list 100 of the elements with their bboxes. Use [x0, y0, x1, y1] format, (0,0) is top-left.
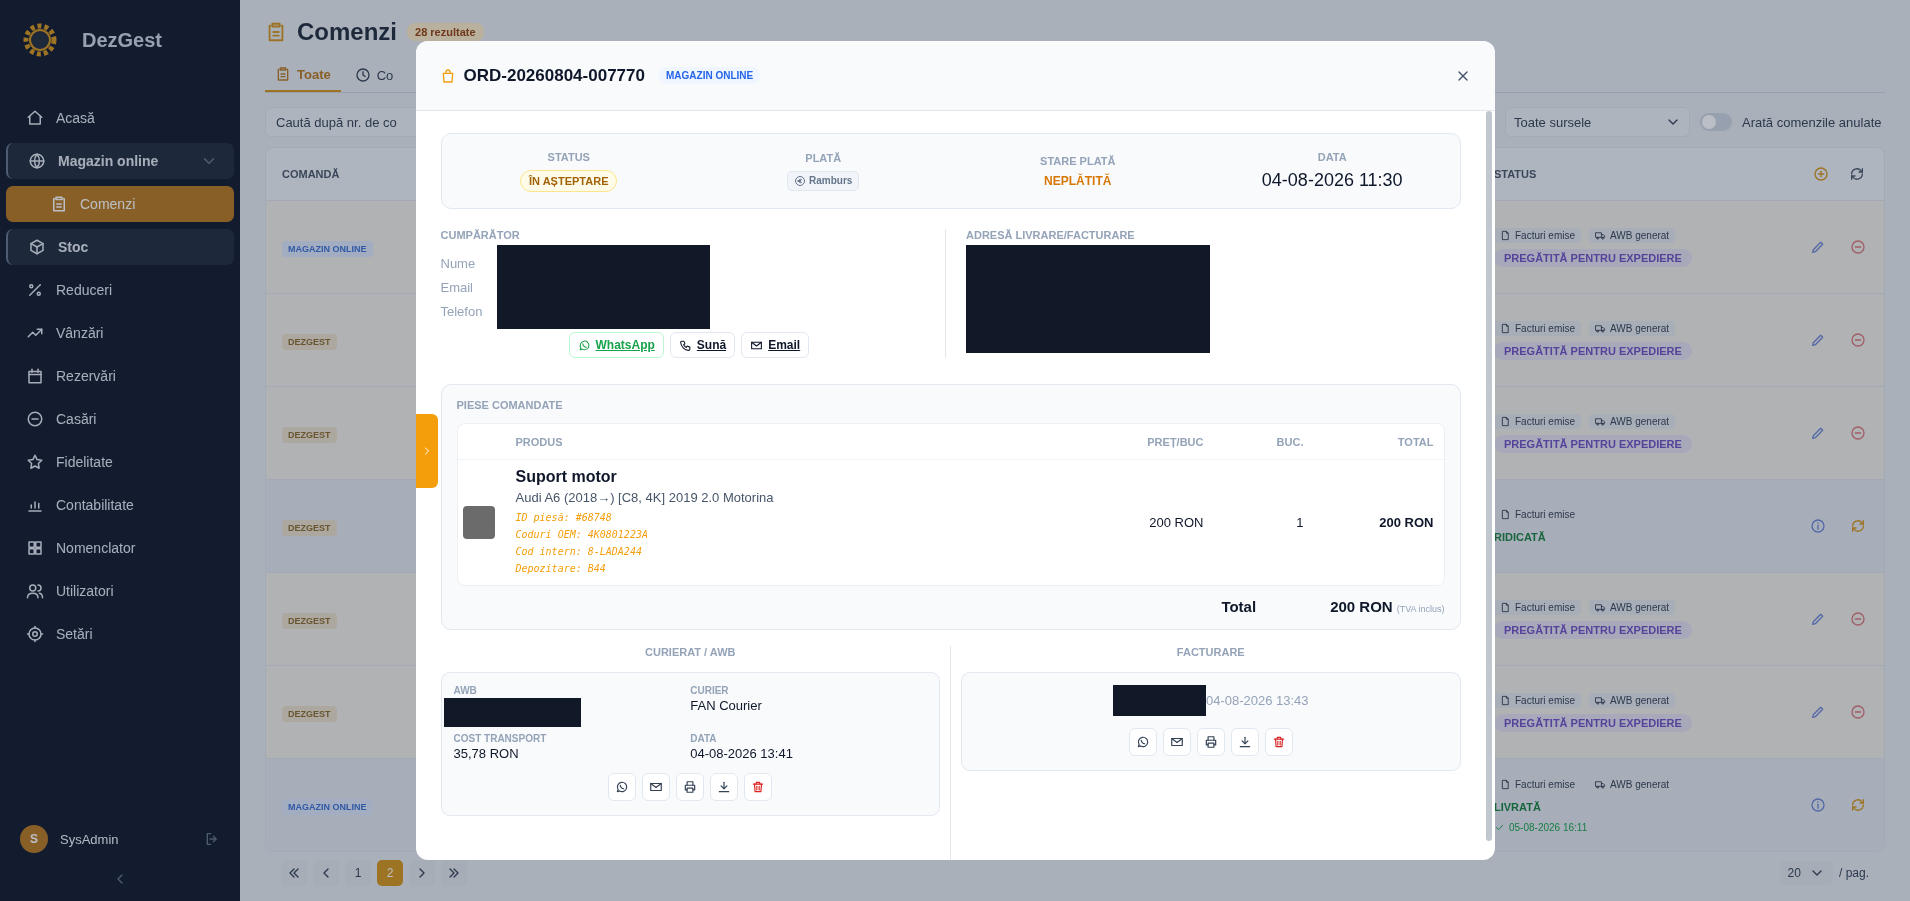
download-icon [1237, 735, 1252, 749]
sidebar-item[interactable]: Acasă [6, 100, 234, 136]
cancel-button[interactable] [1848, 330, 1868, 350]
source-badge: MAGAZIN ONLINE [282, 799, 373, 815]
sidebar-item[interactable]: Nomenclator [6, 530, 234, 566]
column-header: STATUS [1494, 168, 1537, 180]
section-heading: CURIERAT / AWB [645, 646, 736, 658]
status-chip: AWB generat [1589, 692, 1676, 708]
toggle-switch[interactable] [1700, 113, 1732, 131]
chat-bubble-icon [615, 780, 630, 794]
whatsapp-button[interactable] [608, 773, 637, 801]
status-chip: AWB generat [1589, 227, 1676, 243]
email-button[interactable] [1162, 728, 1191, 756]
invoice-date: 04-08-2026 13:43 [1205, 693, 1309, 708]
cancel-button[interactable] [1848, 609, 1868, 629]
status-badge: ÎN AȘTEPTARE [520, 169, 618, 192]
sidebar-item[interactable]: Reduceri [6, 272, 234, 308]
status-chip: Facturi emise [1494, 692, 1581, 708]
table-cell-text: 200 RON [1148, 515, 1204, 530]
status-chip: Facturi emise [1494, 227, 1581, 243]
pencil-icon [1810, 611, 1826, 627]
sidebar-item[interactable]: Rezervări [6, 358, 234, 394]
vehicle-text: Audi A6 (2018→) [C8, 4K] 2019 2.0 Motorina [515, 490, 775, 505]
info-button[interactable] [1808, 516, 1828, 536]
status-label: RIDICATĂ [1494, 529, 1547, 545]
truck-icon [1595, 779, 1606, 790]
cancel-button[interactable] [1848, 702, 1868, 722]
print-button[interactable] [1196, 728, 1225, 756]
table-cell-text: 200 RON [1378, 515, 1434, 530]
total-label: Total [1221, 598, 1257, 615]
summary-label: PLATĂ [805, 151, 842, 164]
contact-button[interactable]: Sună [669, 332, 736, 358]
truck-icon [1595, 229, 1606, 241]
download-button[interactable] [1230, 728, 1259, 756]
calendar-icon [26, 367, 44, 385]
section-heading: ADRESĂ LIVRARE/FACTURARE [966, 229, 1136, 241]
truck-icon [1595, 415, 1606, 427]
summary-label: STARE PLATĂ [1040, 154, 1116, 167]
trash-icon [751, 780, 766, 794]
minus-circle-icon [1850, 425, 1866, 441]
clipboard-icon [275, 66, 291, 82]
document-icon [1500, 601, 1511, 613]
sidebar-item[interactable]: Casări [6, 401, 234, 437]
status-chip: Facturi emise [1494, 413, 1581, 429]
percent-icon [26, 281, 44, 299]
status-chip: AWB generat [1589, 320, 1676, 336]
print-button[interactable] [676, 773, 705, 801]
users-icon [26, 582, 44, 600]
vat-note: (TVA inclus) [1396, 604, 1445, 614]
source-badge: DEZGEST [282, 334, 337, 350]
sidebar-item[interactable]: Setări [6, 616, 234, 652]
source-select[interactable]: Toate sursele [1505, 107, 1690, 137]
minus-circle-icon [1850, 611, 1866, 627]
sidebar-item[interactable]: Fidelitate [6, 444, 234, 480]
refresh-icon [1850, 518, 1866, 534]
contact-button[interactable]: Email [741, 332, 810, 358]
printer-icon [1203, 735, 1218, 749]
order-number: ORD-20260804-007770 [463, 65, 645, 86]
truck-icon [1595, 601, 1606, 613]
sidebar-item[interactable]: Contabilitate [6, 487, 234, 523]
sidebar-item[interactable]: Utilizatori [6, 573, 234, 609]
document-icon [1500, 322, 1511, 334]
sidebar-item[interactable]: Stoc [6, 229, 234, 265]
cancel-button[interactable] [1848, 423, 1868, 443]
total-value: 200 RON [1330, 598, 1393, 615]
truck-icon [1595, 694, 1606, 706]
user-name: SysAdmin [60, 831, 120, 847]
order-date: 04-08-2026 11:30 [1261, 170, 1403, 191]
field-label: COST TRANSPORT [453, 733, 548, 744]
field-value: FAN Courier [690, 698, 763, 713]
info-button[interactable] [1808, 795, 1828, 815]
refresh-icon [1849, 166, 1865, 182]
chat-bubble-icon [577, 338, 591, 352]
delete-button[interactable] [744, 773, 773, 801]
sidebar-item[interactable]: Magazin online [6, 143, 234, 179]
document-icon [1500, 415, 1511, 427]
status-chip: Facturi emise [1494, 320, 1581, 336]
tab[interactable]: Co [344, 58, 404, 92]
field-label: DATA [690, 733, 718, 744]
minus-circle-icon [1850, 239, 1866, 255]
source-badge: MAGAZIN ONLINE [282, 241, 373, 257]
whatsapp-button[interactable] [1128, 728, 1157, 756]
delete-button[interactable] [1264, 728, 1293, 756]
download-button[interactable] [710, 773, 739, 801]
minus-circle-icon [1850, 332, 1866, 348]
cancel-button[interactable] [1848, 237, 1868, 257]
plus-icon [1813, 166, 1829, 182]
status-chip: AWB generat [1589, 413, 1676, 429]
email-button[interactable] [642, 773, 671, 801]
field-label: AWB [453, 685, 478, 696]
info-icon [1810, 797, 1826, 813]
payment-chip: Ramburs [787, 170, 860, 191]
download-icon [717, 780, 732, 794]
summary-label: DATA [1317, 151, 1347, 163]
user-avatar: S [20, 825, 48, 853]
truck-icon [1595, 322, 1606, 334]
pencil-icon [1810, 425, 1826, 441]
field-value: 04-08-2026 13:41 [690, 746, 794, 761]
scrollbar[interactable] [1485, 111, 1492, 841]
sidebar-item[interactable]: Vânzări [6, 315, 234, 351]
